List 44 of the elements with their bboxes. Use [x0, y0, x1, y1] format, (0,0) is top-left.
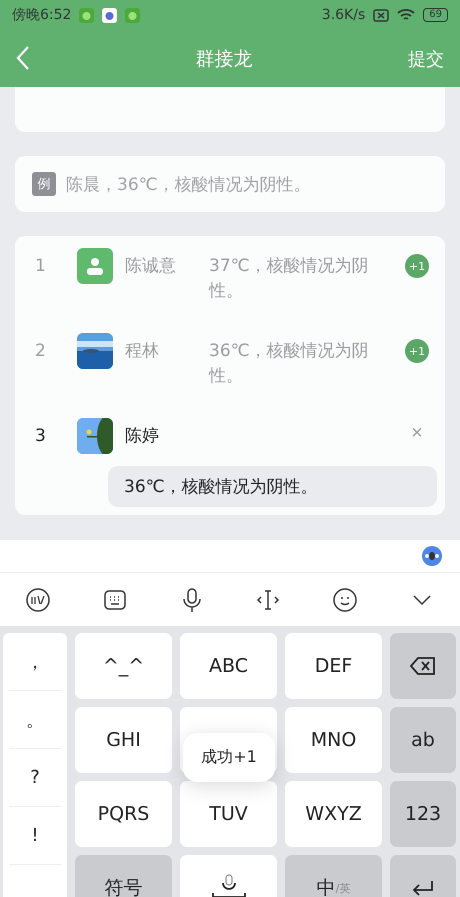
page-title: 群接龙	[194, 46, 254, 72]
function-key[interactable]: 符号	[75, 855, 172, 897]
person-icon	[86, 257, 104, 275]
entry-text: 36℃，核酸情况为阴性。	[209, 340, 370, 388]
letter-key[interactable]: TUV	[180, 781, 277, 847]
backspace-icon	[410, 657, 436, 675]
letter-key[interactable]: WXYZ	[285, 781, 382, 847]
app-notification-icon	[102, 8, 118, 22]
entry-name: 程林	[124, 340, 160, 363]
letter-key[interactable]: ABC	[180, 633, 277, 699]
entry-number: 3	[35, 425, 47, 448]
symbol-key[interactable]: ，	[9, 633, 61, 691]
app-notification-icon	[79, 8, 94, 22]
enter-icon	[411, 880, 435, 896]
letter-key[interactable]: MNO	[285, 707, 382, 773]
emoji-icon[interactable]	[332, 586, 358, 612]
wifi-icon	[397, 8, 416, 22]
handwriting-icon[interactable]	[25, 586, 52, 612]
input-field[interactable]: 36℃，核酸情况为阴性。	[108, 466, 437, 507]
symbol-key[interactable]: ?	[9, 749, 61, 807]
assistant-icon[interactable]	[421, 545, 443, 567]
battery-indicator: 69	[423, 8, 448, 22]
function-key[interactable]: 123	[390, 781, 456, 847]
entry-name: 陈诚意	[124, 255, 177, 278]
example-text: 陈晨，36℃，核酸情况为阴性。	[66, 174, 311, 196]
backspace-key[interactable]	[390, 633, 456, 699]
entry-name: 陈婷	[124, 425, 160, 448]
letter-key[interactable]: PQRS	[75, 781, 172, 847]
entry-number: 2	[35, 340, 47, 363]
symbol-key[interactable]: !	[9, 807, 61, 865]
function-key[interactable]: ab	[390, 707, 456, 773]
function-key[interactable]: 中/英	[285, 855, 382, 897]
entry-number: 1	[35, 255, 47, 278]
entry-text: 37℃，核酸情况为阴性。	[209, 255, 370, 303]
success-toast: 成功+1	[183, 733, 275, 782]
example-tag: 例	[32, 172, 56, 196]
letter-key[interactable]: GHI	[75, 707, 172, 773]
sim-off-icon	[373, 8, 390, 22]
app-notification-icon	[125, 8, 140, 22]
letter-key[interactable]: DEF	[285, 633, 382, 699]
network-speed: 3.6K/s	[322, 7, 366, 23]
letter-key[interactable]: ^_^	[75, 633, 172, 699]
symbol-key[interactable]: 。	[9, 691, 61, 749]
status-time: 傍晚6:52	[12, 6, 72, 24]
